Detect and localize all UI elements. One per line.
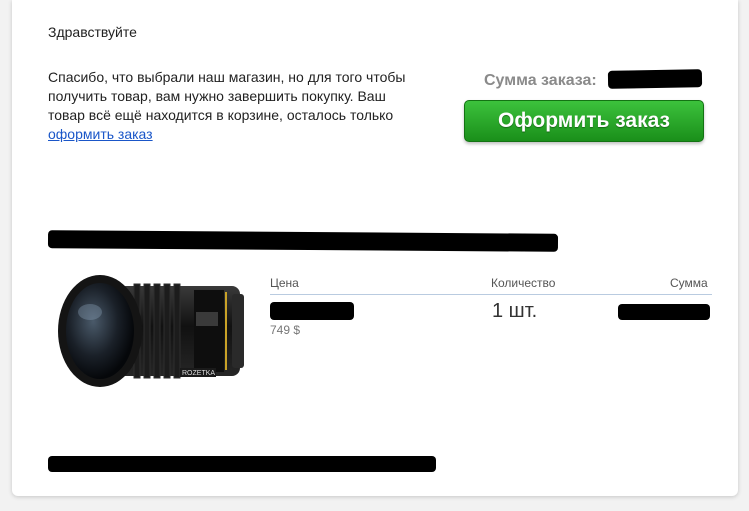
greeting-text: Здравствуйте <box>48 24 137 40</box>
column-header-quantity: Количество <box>491 276 556 290</box>
watermark-text: ROZETKA <box>182 370 215 377</box>
column-header-sum: Сумма <box>670 276 708 290</box>
email-card: Здравствуйте Спасибо, что выбрали наш ма… <box>12 0 738 496</box>
redacted-order-total <box>607 69 703 89</box>
column-header-price: Цена <box>270 276 299 290</box>
reminder-message: Спасибо, что выбрали наш магазин, но для… <box>48 68 420 144</box>
redacted-price <box>270 302 354 320</box>
redacted-footer-link <box>48 456 436 472</box>
redacted-sum <box>618 304 710 320</box>
redacted-product-title <box>47 230 559 252</box>
camera-lens-image[interactable]: ROZETKA <box>56 272 256 390</box>
item-quantity: 1 шт. <box>492 300 538 322</box>
order-total-label: Сумма заказа: <box>484 72 597 89</box>
table-header-divider <box>270 294 712 295</box>
reminder-message-text: Спасибо, что выбрали наш магазин, но для… <box>48 69 406 123</box>
price-usd: 749 $ <box>270 323 301 337</box>
checkout-button[interactable]: Оформить заказ <box>464 100 704 142</box>
checkout-link[interactable]: оформить заказ <box>48 126 153 142</box>
